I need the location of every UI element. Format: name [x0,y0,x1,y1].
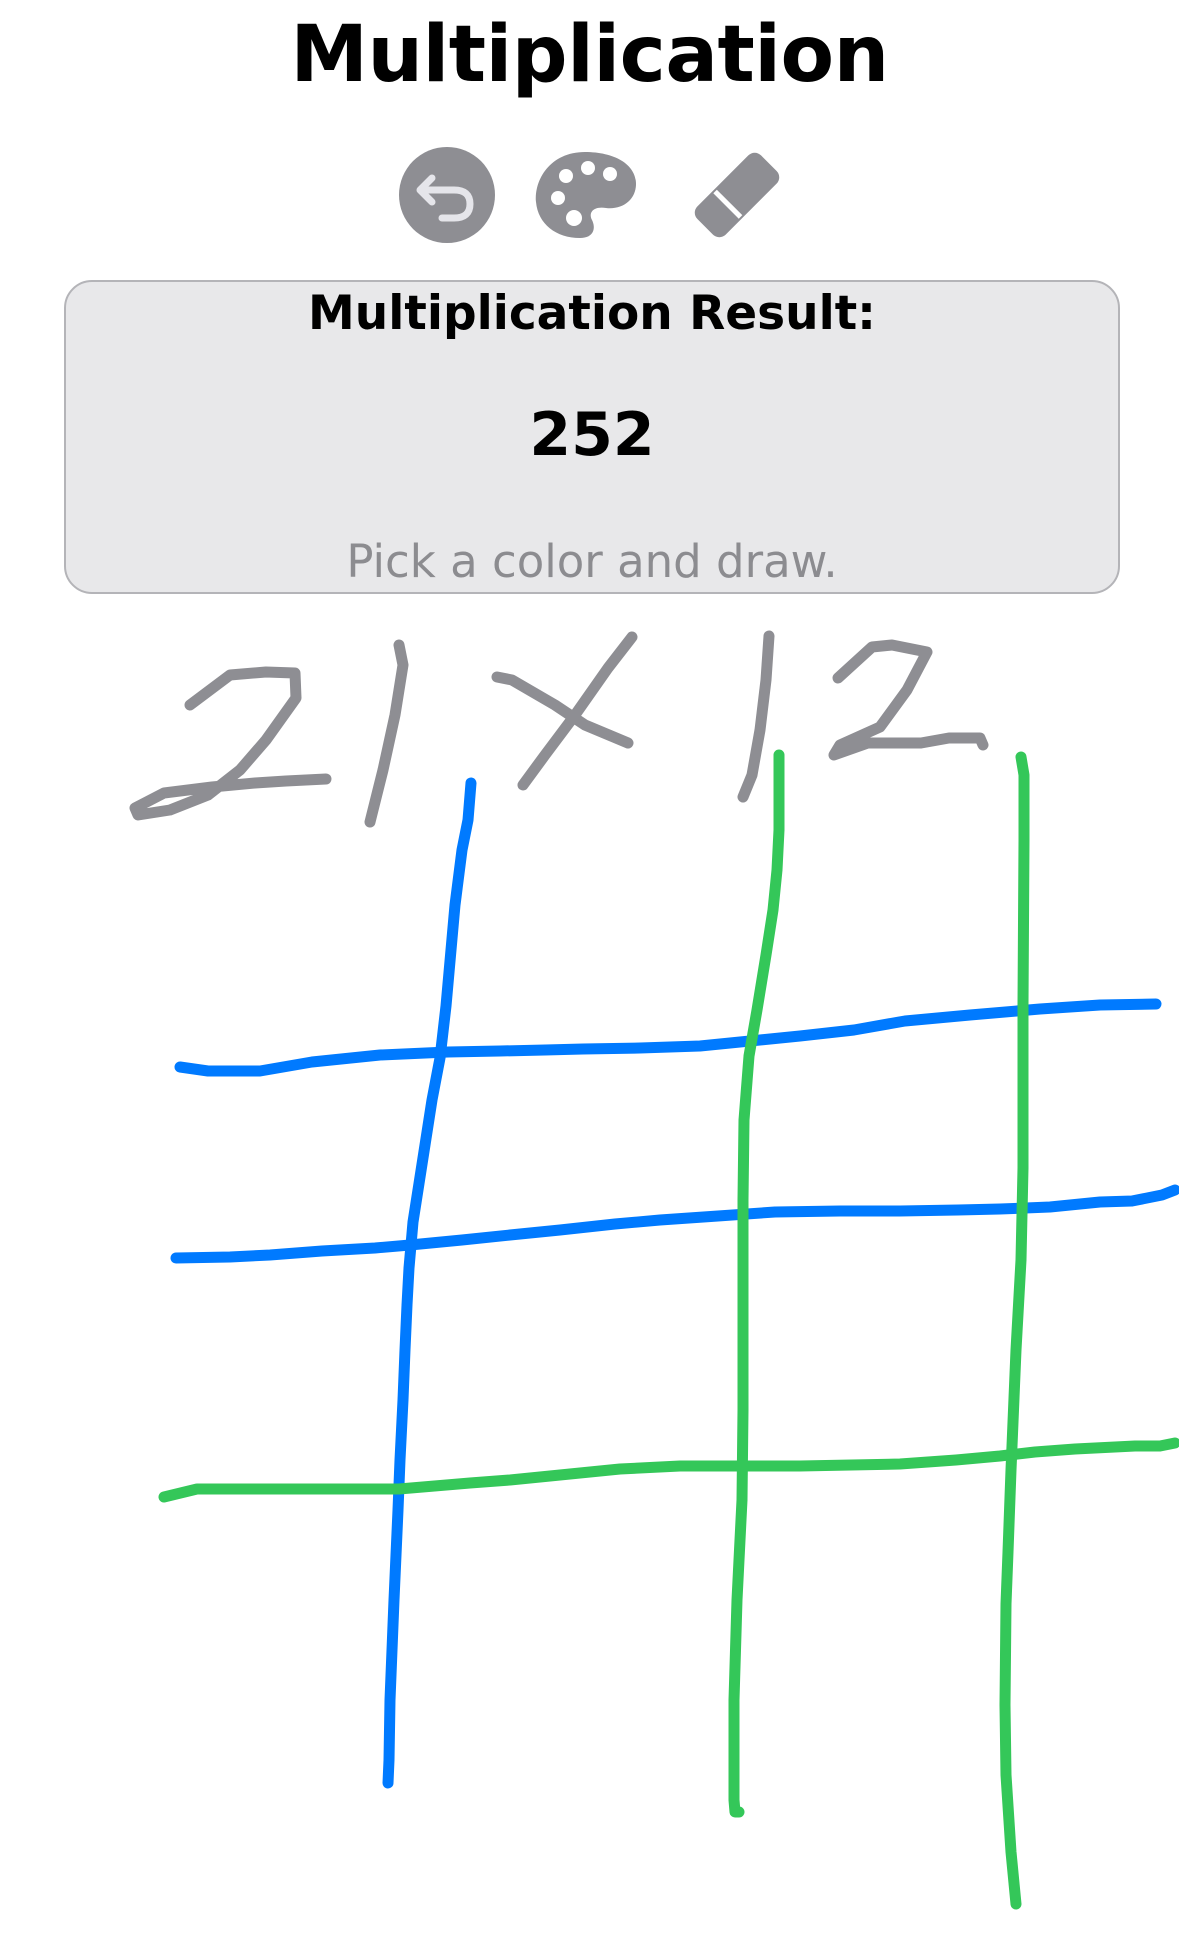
x-stroke-2 [517,631,638,791]
digit-2-stroke [129,666,332,821]
green-horizontal-line [158,1437,1179,1503]
green-vertical-line-2 [999,751,1030,1910]
digit-1b-stroke [737,630,775,803]
green-vertical-line-1 [728,749,785,1818]
green-lines [158,749,1179,1910]
handwritten-equation [129,630,989,828]
digit-1-stroke [364,639,409,828]
blue-horizontal-line-1 [174,998,1162,1077]
digit-2b-stroke [828,639,989,761]
blue-vertical-line [382,777,477,1789]
drawing-canvas[interactable] [0,0,1179,1948]
